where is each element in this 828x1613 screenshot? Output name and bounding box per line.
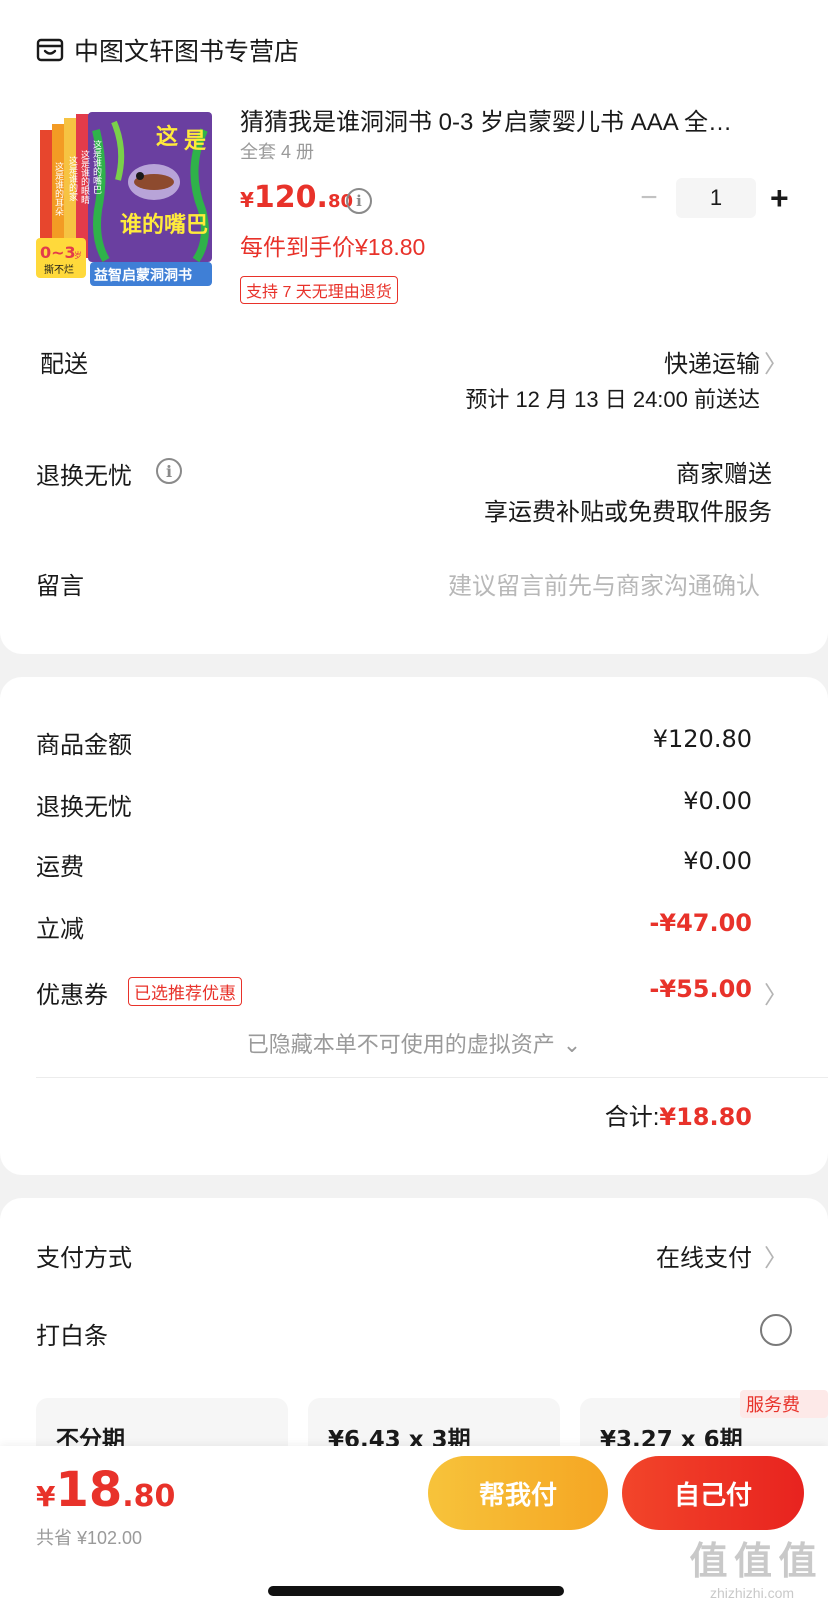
shop-icon <box>36 38 64 62</box>
bottom-total-price: ¥ 18 .80 <box>36 1462 176 1518</box>
summary-discount-label: 立减 <box>36 916 84 943</box>
watermark: 值 值 值 zhizhizhi.com <box>689 1541 816 1601</box>
svg-text:0~3: 0~3 <box>40 243 76 262</box>
summary-coupon-value[interactable]: -¥55.00 <box>649 975 752 1003</box>
payment-method-label: 支付方式 <box>36 1245 132 1272</box>
svg-text:这是谁的嘴巴: 这是谁的嘴巴 <box>91 139 102 194</box>
delivery-label: 配送 <box>40 351 88 378</box>
saved-amount: 共省 ¥102.00 <box>36 1528 143 1548</box>
summary-divider <box>36 1077 828 1078</box>
home-indicator <box>268 1586 564 1596</box>
checkout-bar: ¥ 18 .80 共省 ¥102.00 帮我付 自己付 值 值 值 zhizhi… <box>0 1446 828 1613</box>
shop-name: 中图文轩图书专营店 <box>74 38 300 66</box>
summary-return-label: 退换无忧 <box>36 794 132 821</box>
chevron-down-icon: ⌄ <box>562 1032 582 1057</box>
minus-icon[interactable]: − <box>632 181 666 215</box>
help-pay-button[interactable]: 帮我付 <box>428 1456 608 1530</box>
service-fee-tag: 服务费 <box>740 1390 828 1418</box>
delivery-method[interactable]: 快递运输 <box>664 344 760 379</box>
quantity-value[interactable]: 1 <box>676 178 756 218</box>
return-policy-tag: 支持 7 天无理由退货 <box>240 276 398 304</box>
summary-total: 合计: ¥18.80 <box>604 1103 752 1131</box>
order-item-card: 中图文轩图书专营店 这 是 谁的嘴巴 这是谁的嘴巴 这是谁的眼睛 这是谁的家 这… <box>0 0 828 654</box>
shop-header[interactable]: 中图文轩图书专营店 <box>36 32 299 68</box>
summary-discount-value: -¥47.00 <box>649 909 752 937</box>
product-image[interactable]: 这 是 谁的嘴巴 这是谁的嘴巴 这是谁的眼睛 这是谁的家 这是谁的耳朵 0~3 … <box>36 110 216 290</box>
svg-text:岁: 岁 <box>74 250 82 260</box>
per-item-price: 每件到手价¥18.80 <box>240 234 426 260</box>
quantity-stepper: − 1 + <box>632 178 789 218</box>
plus-icon[interactable]: + <box>770 180 789 217</box>
coupon-chevron-icon[interactable]: 〉 <box>764 975 788 1010</box>
delivery-eta: 预计 12 月 13 日 24:00 前送达 <box>465 387 760 412</box>
svg-text:是: 是 <box>184 129 206 154</box>
return-service-value: 商家赠送 <box>676 461 772 488</box>
return-info-icon[interactable]: i <box>156 458 182 484</box>
return-service-label: 退换无忧 <box>36 463 132 490</box>
summary-shipping-value: ¥0.00 <box>683 847 752 875</box>
svg-text:益智启蒙洞洞书: 益智启蒙洞洞书 <box>94 267 192 284</box>
summary-goods-value: ¥120.80 <box>652 725 752 753</box>
delivery-chevron-icon[interactable]: 〉 <box>764 344 788 379</box>
payment-chevron-icon[interactable]: 〉 <box>764 1238 788 1273</box>
self-pay-button[interactable]: 自己付 <box>622 1456 804 1530</box>
coupon-tag[interactable]: 已选推荐优惠 <box>128 977 242 1006</box>
product-spec: 全套 4 册 <box>240 142 315 162</box>
product-price: ¥ 120. 80 <box>240 180 354 215</box>
summary-shipping-label: 运费 <box>36 854 84 881</box>
summary-goods-label: 商品金额 <box>36 732 132 759</box>
hidden-assets-toggle[interactable]: 已隐藏本单不可使用的虚拟资产 ⌄ <box>0 1027 828 1059</box>
svg-text:这是谁的眼睛: 这是谁的眼睛 <box>79 149 90 204</box>
svg-text:这是谁的家: 这是谁的家 <box>67 155 78 201</box>
baitiao-radio[interactable] <box>760 1314 792 1346</box>
summary-coupon-label[interactable]: 优惠券 <box>36 975 108 1010</box>
svg-text:撕不烂: 撕不烂 <box>44 263 74 276</box>
product-title[interactable]: 猜猜我是谁洞洞书 0-3 岁启蒙婴儿书 AAA 全… <box>240 102 732 137</box>
product-cover-art: 这 是 谁的嘴巴 这是谁的嘴巴 这是谁的眼睛 这是谁的家 这是谁的耳朵 0~3 … <box>36 112 212 286</box>
price-summary-card: 商品金额 ¥120.80 退换无忧 ¥0.00 运费 ¥0.00 立减 -¥47… <box>0 677 828 1175</box>
message-input[interactable]: 建议留言前先与商家沟通确认 <box>448 566 760 601</box>
message-label: 留言 <box>36 573 84 600</box>
payment-method-value[interactable]: 在线支付 <box>656 1238 752 1273</box>
price-info-icon[interactable]: i <box>346 188 372 214</box>
svg-text:这是谁的耳朵: 这是谁的耳朵 <box>53 161 64 217</box>
svg-text:谁的嘴巴: 谁的嘴巴 <box>120 212 208 238</box>
summary-return-value: ¥0.00 <box>683 787 752 815</box>
baitiao-label: 打白条 <box>36 1323 108 1350</box>
return-service-desc: 享运费补贴或免费取件服务 <box>484 499 772 526</box>
svg-text:这: 这 <box>156 124 178 150</box>
